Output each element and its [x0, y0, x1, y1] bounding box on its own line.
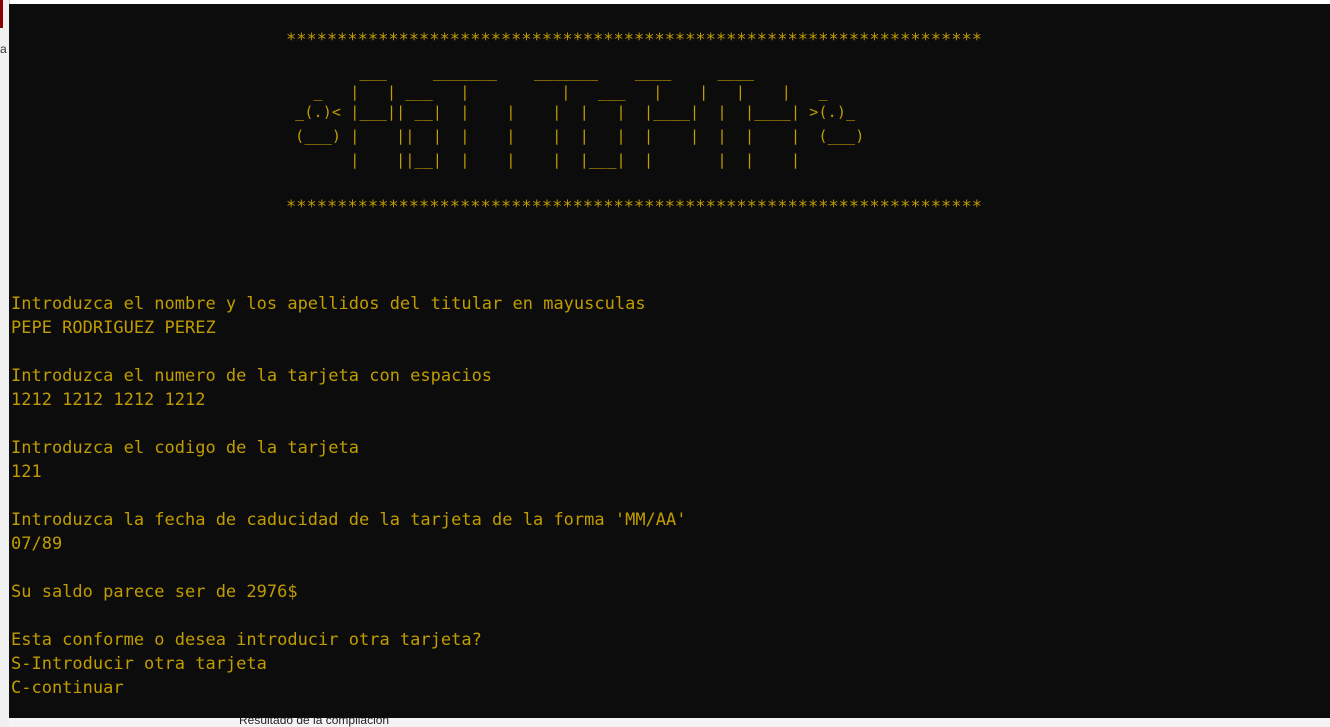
banner-art-line-4: (___) | || | | | | | | | | | | | (___) [286, 127, 865, 145]
taskbar: Resultado de la compilacion [9, 718, 1330, 727]
prompt-card-number: Introduzca el numero de la tarjeta con e… [11, 366, 493, 386]
input-expiry-date-value: 07/89 [11, 534, 63, 554]
prompt-card-code: Introduzca el codigo de la tarjeta [11, 438, 359, 458]
prompt-expiry-date: Introduzca la fecha de caducidad de la t… [11, 510, 687, 530]
banner-art-line-3: _(.)< |___|| __| | | | | | |____| | |___… [286, 103, 856, 121]
input-name-value: PEPE RODRIGUEZ PEREZ [11, 318, 216, 338]
confirm-question: Esta conforme o desea introducir otra ta… [11, 630, 482, 650]
banner-stars-bottom: ****************************************… [286, 197, 982, 217]
banner-art-line-1: ___ _______ _______ ____ ____ [286, 63, 755, 81]
background-window-letter: a [0, 42, 7, 56]
banner-art-line-2: _ | | ___ | | ___ | | | | _ [286, 83, 828, 101]
option-continue: C-continuar [11, 678, 124, 698]
banner-art-line-5: | ||__| | | | |___| | | | | [286, 151, 801, 169]
taskbar-item-compilation[interactable]: Resultado de la compilacion [239, 718, 389, 727]
input-card-code-value: 121 [11, 462, 42, 482]
option-another-card: S-Introducir otra tarjeta [11, 654, 267, 674]
console-window[interactable]: ****************************************… [9, 4, 1330, 718]
background-window-marker [0, 0, 3, 28]
prompt-name: Introduzca el nombre y los apellidos del… [11, 294, 646, 314]
input-card-number-value: 1212 1212 1212 1212 [11, 390, 206, 410]
banner-stars-top: ****************************************… [286, 30, 982, 50]
balance-message: Su saldo parece ser de 2976$ [11, 582, 298, 602]
